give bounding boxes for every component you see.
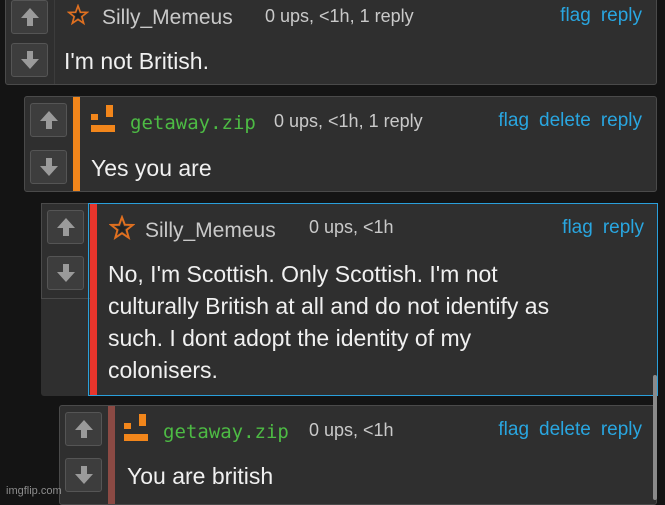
- star-avatar-icon[interactable]: [67, 4, 89, 26]
- delete-link[interactable]: delete: [539, 110, 591, 131]
- comment-header: getaway.zip 0 ups, <1h, 1 reply flag dele…: [25, 103, 656, 137]
- comment-3: Silly_Memeus 0 ups, <1h flag reply No, I'…: [41, 203, 658, 396]
- downvote-button[interactable]: [47, 256, 84, 290]
- username[interactable]: Silly_Memeus: [102, 6, 233, 30]
- down-arrow-icon: [39, 158, 58, 176]
- reply-link[interactable]: reply: [601, 5, 642, 26]
- comment-actions: flag reply: [552, 217, 644, 239]
- reply-link[interactable]: reply: [601, 110, 642, 131]
- comment-meta: 0 ups, <1h: [309, 217, 394, 237]
- comment-header: getaway.zip 0 ups, <1h flag delete reply: [60, 412, 656, 446]
- body-line: No, I'm Scottish. Only Scottish. I'm not: [108, 261, 498, 287]
- username[interactable]: Silly_Memeus: [145, 219, 276, 243]
- comment-body: Yes you are: [91, 155, 212, 181]
- flag-link[interactable]: flag: [560, 5, 591, 26]
- down-arrow-icon: [20, 51, 39, 69]
- comment-actions: flag delete reply: [488, 110, 642, 132]
- comment-4: getaway.zip 0 ups, <1h flag delete reply Y…: [59, 405, 657, 505]
- flag-link[interactable]: flag: [498, 110, 529, 131]
- comment-body: I'm not British.: [64, 48, 209, 74]
- comment-meta: 0 ups, <1h: [309, 420, 394, 440]
- comment-actions: flag delete reply: [488, 419, 642, 441]
- comment-meta: 0 ups, <1h, 1 reply: [274, 111, 423, 131]
- comment-body: You are british: [127, 463, 274, 489]
- comment-header: Silly_Memeus 0 ups, <1h, 1 reply flag rep…: [6, 0, 656, 32]
- delete-link[interactable]: delete: [539, 419, 591, 440]
- pixel-logo-avatar-icon[interactable]: [121, 412, 151, 444]
- flag-link[interactable]: flag: [562, 217, 593, 238]
- reply-link[interactable]: reply: [603, 217, 644, 238]
- flag-link[interactable]: flag: [498, 419, 529, 440]
- downvote-button[interactable]: [30, 150, 67, 184]
- body-line: culturally British at all and do not ide…: [108, 293, 550, 319]
- username[interactable]: getaway.zip: [163, 421, 289, 443]
- comment-1: Silly_Memeus 0 ups, <1h, 1 reply flag rep…: [5, 0, 657, 85]
- downvote-button[interactable]: [65, 458, 102, 492]
- comment-body: No, I'm Scottish. Only Scottish. I'm not…: [108, 258, 648, 386]
- body-line: colonisers.: [108, 357, 218, 383]
- downvote-button[interactable]: [11, 43, 48, 77]
- reply-link[interactable]: reply: [601, 419, 642, 440]
- down-arrow-icon: [74, 466, 93, 484]
- comment-2: getaway.zip 0 ups, <1h, 1 reply flag dele…: [24, 96, 657, 192]
- star-avatar-icon[interactable]: [109, 215, 135, 241]
- scrollbar-thumb[interactable]: [653, 375, 657, 500]
- pixel-logo-avatar-icon[interactable]: [88, 103, 118, 135]
- watermark: imgflip.com: [6, 485, 62, 497]
- comment-meta: 0 ups, <1h, 1 reply: [265, 6, 414, 26]
- username[interactable]: getaway.zip: [130, 112, 256, 134]
- comment-actions: flag reply: [550, 5, 642, 27]
- down-arrow-icon: [56, 264, 75, 282]
- body-line: such. I dont adopt the identity of my: [108, 325, 472, 351]
- comment-header: Silly_Memeus 0 ups, <1h flag reply: [41, 211, 658, 245]
